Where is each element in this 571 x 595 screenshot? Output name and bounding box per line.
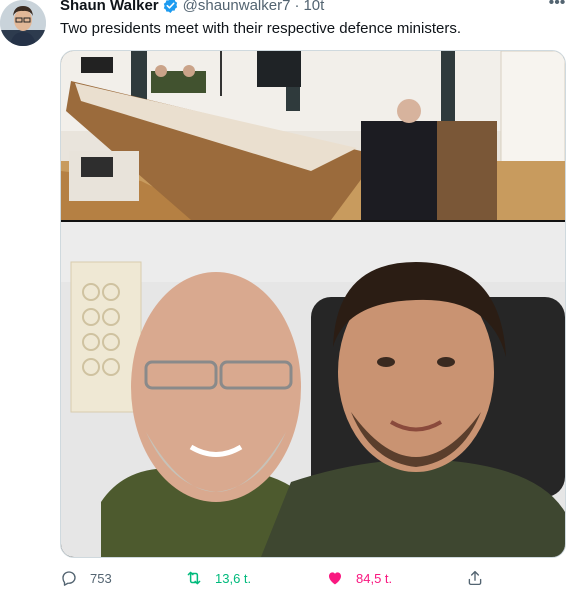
verified-badge-icon [163, 0, 177, 13]
tweet-text: Two presidents meet with their respectiv… [60, 20, 462, 37]
like-count: 84,5 t. [356, 570, 393, 586]
media-photo-top[interactable] [61, 51, 565, 220]
retweet-count: 13,6 t. [215, 570, 252, 586]
tweet-header: Shaun Walker @shaunwalker7 · 10t [60, 0, 324, 15]
retweet-icon [187, 571, 201, 585]
media-photo-bottom[interactable] [61, 222, 565, 557]
separator-dot: · [294, 0, 300, 14]
retweet-button[interactable]: 13,6 t. [185, 567, 251, 589]
reply-button[interactable]: 753 [60, 567, 112, 589]
more-options-icon[interactable]: ••• [547, 0, 567, 14]
share-button[interactable] [466, 567, 496, 589]
avatar-image [0, 0, 46, 46]
like-button[interactable]: 84,5 t. [326, 567, 392, 589]
tweet-media[interactable] [60, 50, 566, 558]
heart-icon [329, 572, 341, 585]
reply-icon [62, 571, 76, 586]
author-handle[interactable]: @shaunwalker7 [183, 0, 291, 14]
share-icon [468, 570, 482, 586]
tweet-timestamp[interactable]: 10t [303, 0, 324, 14]
reply-count: 753 [90, 570, 112, 586]
author-name[interactable]: Shaun Walker [60, 0, 159, 14]
avatar[interactable] [0, 0, 46, 46]
tweet-actions: 753 13,6 t. 84,5 t. [60, 567, 540, 589]
